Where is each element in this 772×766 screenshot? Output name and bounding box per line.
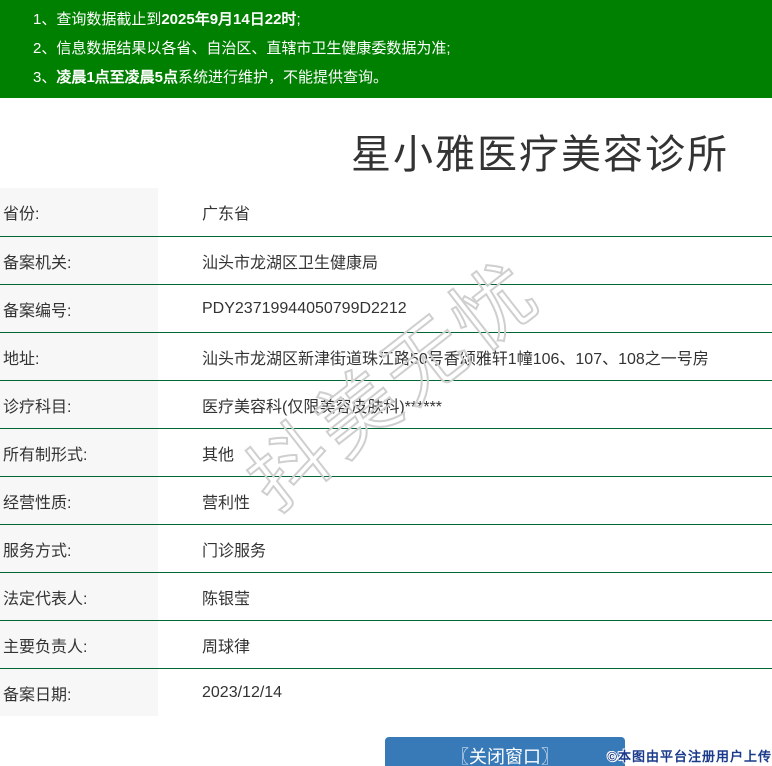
- row-label: 主要负责人:: [0, 621, 158, 668]
- row-value: 营利性: [202, 494, 251, 512]
- notice-line-2: 2、信息数据结果以各省、自治区、直辖市卫生健康委数据为准;: [33, 34, 762, 63]
- row-value: 其他: [202, 446, 235, 464]
- copyright-stamp: ©本图由平台注册用户上传: [607, 749, 772, 764]
- table-row: 省份: 广东省: [0, 188, 772, 236]
- row-label: 备案编号:: [0, 285, 158, 332]
- row-value: 医疗美容科(仅限美容皮肤科)******: [202, 398, 443, 416]
- table-row: 法定代表人: 陈银莹: [0, 572, 772, 620]
- table-row: 备案机关: 汕头市龙湖区卫生健康局: [0, 236, 772, 284]
- row-value: 广东省: [202, 206, 251, 223]
- table-row: 备案日期: 2023/12/14: [0, 668, 772, 716]
- notice-line-1-text: 1、查询数据截止到: [33, 11, 162, 28]
- table-row: 主要负责人: 周球律: [0, 620, 772, 668]
- row-value: 门诊服务: [202, 542, 267, 560]
- row-label: 经营性质:: [0, 477, 158, 524]
- row-label: 地址:: [0, 333, 158, 380]
- row-value: 周球律: [202, 638, 251, 656]
- row-label: 省份:: [0, 188, 158, 236]
- table-row: 经营性质: 营利性: [0, 476, 772, 524]
- notice-line-1-bold: 2025年9月14日22时: [161, 11, 297, 28]
- notice-line-2-text: 2、信息数据结果以各省、自治区、直辖市卫生健康委数据为准;: [33, 40, 451, 57]
- close-window-button[interactable]: 〖关闭窗口〗: [385, 737, 625, 766]
- notice-line-1: 1、查询数据截止到2025年9月14日22时;: [33, 5, 762, 34]
- row-label: 备案机关:: [0, 237, 158, 284]
- notice-line-3-bold: 凌晨1点至凌晨5点: [56, 69, 179, 86]
- table-row: 备案编号: PDY23719944050799D2212: [0, 284, 772, 332]
- registration-result-page: 1、查询数据截止到2025年9月14日22时; 2、信息数据结果以各省、自治区、…: [0, 0, 772, 766]
- row-value: 陈银莹: [202, 590, 251, 608]
- clinic-title: 星小雅医疗美容诊所: [351, 133, 729, 177]
- row-label: 备案日期:: [0, 669, 158, 716]
- row-value: 汕头市龙湖区卫生健康局: [202, 254, 379, 272]
- row-value: PDY23719944050799D2212: [202, 299, 407, 317]
- table-row: 诊疗科目: 医疗美容科(仅限美容皮肤科)******: [0, 380, 772, 428]
- row-label: 诊疗科目:: [0, 381, 158, 428]
- notice-line-3: 3、凌晨1点至凌晨5点系统进行维护，不能提供查询。: [33, 63, 762, 92]
- table-row: 服务方式: 门诊服务: [0, 524, 772, 572]
- notice-banner: 1、查询数据截止到2025年9月14日22时; 2、信息数据结果以各省、自治区、…: [0, 0, 772, 98]
- info-table: 省份: 广东省 备案机关: 汕头市龙湖区卫生健康局 备案编号: PDY23719…: [0, 188, 772, 716]
- table-row: 所有制形式: 其他: [0, 428, 772, 476]
- table-row: 地址: 汕头市龙湖区新津街道珠江路50号香颂雅轩1幢106、107、108之一号…: [0, 332, 772, 380]
- row-value: 汕头市龙湖区新津街道珠江路50号香颂雅轩1幢106、107、108之一号房: [202, 350, 709, 368]
- notice-line-3-text: 3、: [33, 69, 57, 86]
- row-value: 2023/12/14: [202, 683, 283, 701]
- row-label: 服务方式:: [0, 525, 158, 572]
- notice-line-1-suffix: ;: [296, 11, 301, 28]
- row-label: 法定代表人:: [0, 573, 158, 620]
- notice-line-3-suffix: 系统进行维护，不能提供查询。: [178, 69, 389, 86]
- row-label: 所有制形式:: [0, 429, 158, 476]
